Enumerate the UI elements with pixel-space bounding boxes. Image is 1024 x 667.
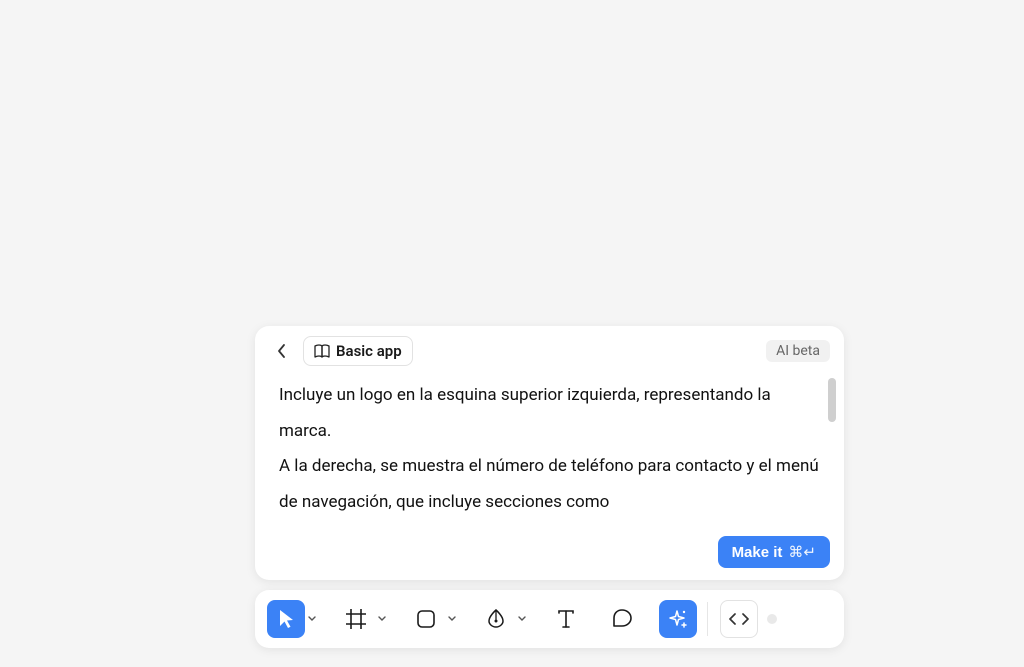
cursor-icon [276, 608, 296, 630]
tool-group-shape [407, 600, 459, 638]
chevron-left-icon [277, 343, 287, 359]
shape-tool[interactable] [407, 600, 445, 638]
chevron-down-icon [518, 616, 526, 622]
text-tool[interactable] [547, 600, 585, 638]
tool-group-ai [659, 600, 697, 638]
select-tool[interactable] [267, 600, 305, 638]
toolbar-divider [707, 602, 708, 636]
chat-icon [611, 608, 633, 630]
frame-tool-caret[interactable] [375, 600, 389, 638]
make-it-button[interactable]: Make it ⌘↵ [718, 536, 830, 568]
comment-tool[interactable] [603, 600, 641, 638]
frame-tool[interactable] [337, 600, 375, 638]
ai-panel-header: Basic app AI beta [255, 326, 844, 374]
select-tool-caret[interactable] [305, 600, 319, 638]
context-chip-label: Basic app [336, 342, 402, 360]
toggle-indicator-icon [764, 609, 780, 629]
pen-tool[interactable] [477, 600, 515, 638]
sparkle-icon [667, 608, 689, 630]
chevron-down-icon [308, 616, 316, 622]
dev-mode-button[interactable] [720, 600, 758, 638]
ai-panel-footer: Make it ⌘↵ [255, 530, 844, 580]
pen-icon [485, 608, 507, 630]
book-icon [314, 344, 330, 358]
square-icon [416, 609, 436, 629]
ai-prompt-text[interactable]: Incluye un logo en la esquina superior i… [279, 378, 820, 521]
shape-tool-caret[interactable] [445, 600, 459, 638]
ai-prompt-panel: Basic app AI beta Incluye un logo en la … [255, 326, 844, 580]
chevron-down-icon [448, 616, 456, 622]
toolbar [255, 590, 844, 648]
scrollbar-thumb[interactable] [828, 378, 836, 422]
make-it-shortcut: ⌘↵ [788, 543, 816, 561]
ai-beta-badge: AI beta [766, 340, 830, 362]
ai-prompt-content[interactable]: Incluye un logo en la esquina superior i… [255, 374, 844, 530]
tool-group-comment [603, 600, 641, 638]
chevron-down-icon [378, 616, 386, 622]
tool-group-select [267, 600, 319, 638]
tool-group-text [547, 600, 585, 638]
back-button[interactable] [269, 338, 295, 364]
ai-tool[interactable] [659, 600, 697, 638]
pen-tool-caret[interactable] [515, 600, 529, 638]
make-it-label: Make it [732, 544, 783, 561]
tool-group-frame [337, 600, 389, 638]
code-icon [729, 612, 749, 626]
text-icon [556, 609, 576, 629]
dev-mode-toggle[interactable] [764, 607, 782, 631]
tool-group-pen [477, 600, 529, 638]
frame-icon [345, 608, 367, 630]
context-chip[interactable]: Basic app [303, 336, 413, 366]
